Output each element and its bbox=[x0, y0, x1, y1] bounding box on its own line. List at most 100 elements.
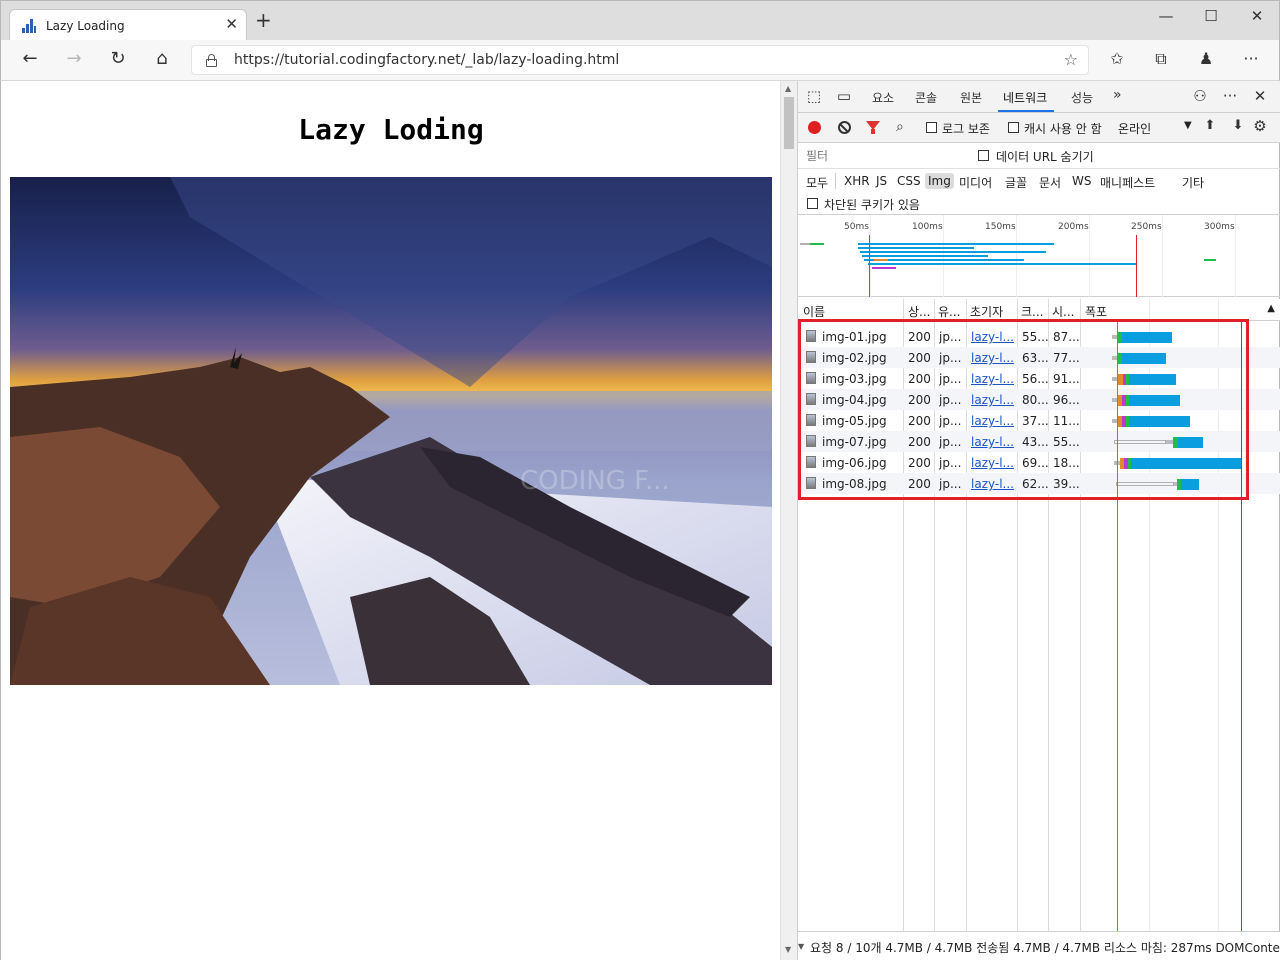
type-font[interactable]: 글꼴 bbox=[1002, 173, 1030, 192]
chevron-down-icon[interactable]: ▼ bbox=[1184, 120, 1192, 131]
tab-performance[interactable]: 성능 bbox=[1071, 89, 1093, 106]
sort-ascending-icon[interactable]: ▲ bbox=[1267, 303, 1275, 314]
status-summary: 요청 8 / 10개 4.7MB / 4.7MB 전송됨 4.7MB / 4.7… bbox=[810, 941, 1280, 955]
type-ws[interactable]: WS bbox=[1069, 173, 1094, 189]
disable-cache-checkbox[interactable] bbox=[1008, 122, 1019, 133]
type-css[interactable]: CSS bbox=[894, 173, 924, 189]
tab-sources[interactable]: 원본 bbox=[960, 89, 982, 106]
overview-tick: 300ms bbox=[1204, 222, 1235, 232]
type-all[interactable]: 모두 bbox=[803, 173, 831, 192]
chevron-down-icon[interactable]: ▼ bbox=[798, 942, 804, 951]
tab-elements[interactable]: 요소 bbox=[872, 89, 894, 106]
page-viewport: Lazy Loding CODING F... bbox=[0, 81, 780, 960]
device-toolbar-icon[interactable]: ▭ bbox=[834, 87, 854, 105]
inspect-element-icon[interactable]: ⬚ bbox=[804, 87, 824, 105]
filter-row: 필터 데이터 URL 숨기기 bbox=[798, 143, 1280, 169]
col-type[interactable]: 유... bbox=[938, 303, 964, 320]
network-overview[interactable]: 50ms 100ms 150ms 200ms 250ms 300ms bbox=[798, 215, 1280, 297]
overview-gridline bbox=[1235, 215, 1236, 297]
export-har-icon[interactable]: ⬇ bbox=[1228, 118, 1248, 133]
scroll-thumb[interactable] bbox=[784, 97, 794, 149]
scroll-up-icon[interactable]: ▲ bbox=[785, 84, 791, 93]
type-media[interactable]: 미디어 bbox=[956, 173, 995, 192]
overview-gridline bbox=[1162, 215, 1163, 297]
blocked-cookies-row: 차단된 쿠키가 있음 bbox=[798, 193, 1280, 215]
devtools-menu-icon[interactable]: ··· bbox=[1220, 87, 1240, 105]
preserve-log-label: 로그 보존 bbox=[942, 122, 990, 136]
settings-more-icon[interactable]: ··· bbox=[1239, 49, 1263, 68]
devtools-close-icon[interactable]: ✕ bbox=[1250, 87, 1270, 105]
url-text[interactable]: https://tutorial.codingfactory.net/_lab/… bbox=[234, 52, 619, 68]
new-tab-button[interactable]: + bbox=[255, 10, 272, 30]
col-initiator[interactable]: 초기자 bbox=[970, 303, 1016, 320]
overview-bar bbox=[868, 263, 1136, 265]
hide-data-urls-checkbox[interactable] bbox=[978, 150, 989, 161]
type-img[interactable]: Img bbox=[925, 173, 954, 189]
minimize-button[interactable]: — bbox=[1154, 7, 1178, 25]
record-icon[interactable] bbox=[808, 121, 821, 134]
search-icon[interactable]: ⌕ bbox=[896, 119, 904, 135]
tab-console[interactable]: 콘솔 bbox=[915, 89, 937, 106]
type-js[interactable]: JS bbox=[873, 173, 890, 189]
back-arrow-icon[interactable]: ← bbox=[18, 49, 42, 69]
favorites-icon[interactable]: ✩ bbox=[1105, 49, 1129, 68]
landscape-photo: CODING F... bbox=[10, 177, 772, 685]
clear-icon[interactable] bbox=[838, 121, 851, 134]
col-status[interactable]: 상... bbox=[908, 303, 932, 320]
lock-icon[interactable] bbox=[206, 54, 217, 67]
page-scrollbar[interactable]: ▲ ▼ bbox=[780, 81, 797, 960]
overview-gridline bbox=[1016, 215, 1017, 297]
preserve-log-checkbox[interactable] bbox=[926, 122, 937, 133]
type-xhr[interactable]: XHR bbox=[841, 173, 873, 189]
scroll-down-icon[interactable]: ▼ bbox=[785, 945, 791, 954]
feedback-icon[interactable]: ⚇ bbox=[1190, 87, 1210, 105]
url-field[interactable]: https://tutorial.codingfactory.net/_lab/… bbox=[191, 45, 1089, 75]
overview-bar bbox=[860, 251, 1046, 253]
refresh-icon[interactable]: ↻ bbox=[106, 49, 130, 69]
overview-tick: 50ms bbox=[844, 222, 869, 232]
annotation-highlight-box bbox=[798, 319, 1249, 500]
svg-text:CODING F...: CODING F... bbox=[520, 466, 670, 496]
overview-tick: 100ms bbox=[912, 222, 943, 232]
title-bar: Lazy Loading ✕ + — ☐ ✕ bbox=[0, 0, 1280, 42]
type-manifest[interactable]: 매니페스트 bbox=[1097, 173, 1158, 192]
site-favicon-icon bbox=[22, 19, 36, 33]
col-size[interactable]: 크... bbox=[1021, 303, 1047, 320]
load-event-line bbox=[1136, 235, 1137, 297]
overview-tick: 200ms bbox=[1058, 222, 1089, 232]
page-heading: Lazy Loding bbox=[298, 113, 484, 146]
overview-bar bbox=[1204, 259, 1216, 261]
network-toolbar: ⌕ 로그 보존 캐시 사용 안 함 온라인 ▼ ⬆ ⬇ ⚙ bbox=[798, 113, 1280, 143]
import-har-icon[interactable]: ⬆ bbox=[1200, 118, 1220, 133]
resource-type-filter: 모두 XHR JS CSS Img 미디어 글꼴 문서 WS 매니페스트 기타 bbox=[798, 169, 1280, 193]
forward-arrow-icon[interactable]: → bbox=[62, 49, 86, 69]
filter-input[interactable]: 필터 bbox=[804, 147, 964, 165]
overview-bar bbox=[874, 259, 888, 261]
maximize-button[interactable]: ☐ bbox=[1199, 7, 1223, 25]
browser-tab[interactable]: Lazy Loading ✕ bbox=[9, 9, 247, 42]
overview-bar bbox=[800, 243, 810, 245]
type-other[interactable]: 기타 bbox=[1179, 173, 1207, 192]
home-icon[interactable]: ⌂ bbox=[150, 49, 174, 69]
favorite-star-icon[interactable]: ☆ bbox=[1064, 50, 1078, 69]
disable-cache-label: 캐시 사용 안 함 bbox=[1024, 122, 1102, 136]
type-doc[interactable]: 문서 bbox=[1036, 173, 1064, 192]
window-close-button[interactable]: ✕ bbox=[1245, 7, 1269, 25]
tab-close-icon[interactable]: ✕ bbox=[225, 15, 238, 33]
tab-network[interactable]: 네트워크 bbox=[1003, 89, 1047, 106]
col-waterfall[interactable]: 폭포 bbox=[1085, 303, 1145, 320]
filter-funnel-icon[interactable] bbox=[866, 121, 880, 134]
dom-content-loaded-line bbox=[869, 235, 870, 297]
network-settings-gear-icon[interactable]: ⚙ bbox=[1250, 117, 1270, 135]
profile-icon[interactable]: ♟ bbox=[1194, 49, 1218, 68]
tab-title: Lazy Loading bbox=[46, 19, 125, 33]
col-name[interactable]: 이름 bbox=[803, 303, 903, 320]
overview-bar bbox=[858, 243, 1054, 245]
more-tabs-icon[interactable]: » bbox=[1113, 87, 1122, 103]
throttling-select[interactable]: 온라인 bbox=[1118, 120, 1151, 137]
col-time[interactable]: 시... bbox=[1052, 303, 1078, 320]
network-status-bar: ▼ 요청 8 / 10개 4.7MB / 4.7MB 전송됨 4.7MB / 4… bbox=[798, 931, 1280, 960]
overview-bar bbox=[864, 259, 1024, 261]
blocked-cookies-checkbox[interactable] bbox=[807, 198, 818, 209]
collections-icon[interactable]: ⧉ bbox=[1149, 49, 1173, 69]
